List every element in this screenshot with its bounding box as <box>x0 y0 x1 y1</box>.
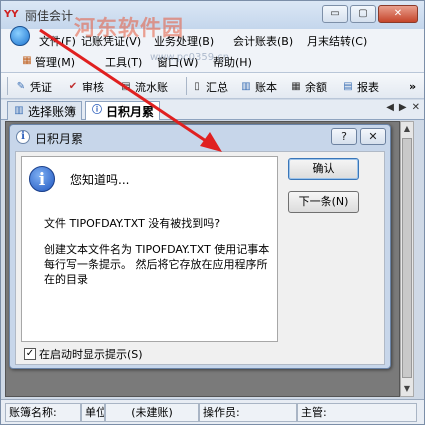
tab-next-icon[interactable]: ▶ <box>399 102 407 113</box>
window-controls: ▭ ▢ ✕ <box>322 5 418 23</box>
dialog-close-button[interactable]: ✕ <box>360 128 386 145</box>
window-title: 丽佳会计 <box>25 9 74 23</box>
toolbar-journal-button[interactable]: ▤ 流水账 <box>120 78 168 95</box>
report-icon: ▤ <box>343 80 353 92</box>
menu-row-1: 文件(F) 记账凭证(V) 业务处理(B) 会计账表(B) 月末结转(C) <box>1 29 424 51</box>
tab-info-icon: ⓘ <box>92 105 102 116</box>
scroll-down-icon[interactable]: ▼ <box>401 382 413 396</box>
show-on-startup-label: 在启动时显示提示(S) <box>39 348 143 361</box>
confirm-button[interactable]: 确认 <box>288 158 359 180</box>
status-unit-label: 单位: <box>81 403 105 422</box>
status-supervisor-label: 主管: <box>297 403 417 422</box>
tab-tip-of-day[interactable]: ⓘ 日积月累 <box>85 101 161 120</box>
tab-bar: ▥ 选择账簿 ⓘ 日积月累 ◀ ▶ ✕ <box>1 100 424 120</box>
dialog-body: i 您知道吗... 文件 TIPOFDAY.TXT 没有被找到吗? 创建文本文件… <box>15 151 385 365</box>
tab-navigation: ◀ ▶ ✕ <box>386 102 420 113</box>
menu-file[interactable]: 文件(F) <box>39 33 76 49</box>
vertical-scrollbar[interactable]: ▲ ▼ <box>400 121 414 397</box>
app-logo-icon: YY <box>4 9 19 20</box>
dialog-title-bar[interactable]: i 日积月累 ? ✕ <box>10 125 390 149</box>
status-unit-value: (未建账) <box>105 403 199 422</box>
toolbar-separator <box>186 77 187 95</box>
toolbar-voucher-button[interactable]: ✎ 凭证 <box>15 78 52 95</box>
toolbar-book-button[interactable]: ▥ 账本 <box>240 78 277 95</box>
tip-panel: i 您知道吗... 文件 TIPOFDAY.TXT 没有被找到吗? 创建文本文件… <box>21 156 278 342</box>
show-on-startup-checkbox[interactable]: ✓ <box>24 348 36 360</box>
tab-select-account[interactable]: ▥ 选择账簿 <box>7 101 83 120</box>
dialog-title: 日积月累 <box>35 132 84 146</box>
toolbar-audit-button[interactable]: ✔ 审核 <box>67 78 104 95</box>
scroll-thumb[interactable] <box>402 138 412 378</box>
watermark-text: 河东软件园 <box>74 16 184 40</box>
check-icon: ✔ <box>68 80 78 92</box>
balance-icon: ▦ <box>291 80 301 92</box>
title-bar[interactable]: YY 丽佳会计 ▭ ▢ ✕ <box>1 1 424 29</box>
toolbar-overflow-button[interactable]: » <box>409 78 416 95</box>
toolbar-grip <box>7 77 8 95</box>
menu-tools[interactable]: 工具(T) <box>105 54 142 70</box>
scroll-up-icon[interactable]: ▲ <box>401 122 413 136</box>
dialog-info-icon: i <box>16 130 30 144</box>
tip-text-paragraph: 创建文本文件名为 TIPOFDAY.TXT 使用记事本每行写一条提示。 然后将它… <box>44 243 270 286</box>
minimize-button[interactable]: ▭ <box>322 5 348 23</box>
toolbar-summary-button[interactable]: ▯ 汇总 <box>191 78 228 95</box>
toolbar: ✎ 凭证 ✔ 审核 ▤ 流水账 ▯ 汇总 ▥ 账本 ▦ 余额 ▤ 报表 » <box>1 73 424 99</box>
show-on-startup-option[interactable]: ✓ 在启动时显示提示(S) <box>24 346 143 362</box>
tab-prev-icon[interactable]: ◀ <box>386 102 394 113</box>
app-window: YY 丽佳会计 ▭ ▢ ✕ 文件(F) 记账凭证(V) 业务处理(B) 会计账表… <box>0 0 425 425</box>
maximize-button[interactable]: ▢ <box>350 5 376 23</box>
book-icon: ▥ <box>241 80 251 92</box>
tab-book-icon: ▥ <box>14 105 24 116</box>
next-tip-button[interactable]: 下一条(N) <box>288 191 359 213</box>
tip-dialog: i 日积月累 ? ✕ i 您知道吗... 文件 TIPOFDAY.TXT 没有被… <box>9 124 391 369</box>
info-icon: i <box>29 166 55 192</box>
tip-text-line: 文件 TIPOFDAY.TXT 没有被找到吗? <box>44 217 221 230</box>
summary-icon: ▯ <box>194 80 200 92</box>
menu-bar: 文件(F) 记账凭证(V) 业务处理(B) 会计账表(B) 月末结转(C) ▦ … <box>1 29 424 73</box>
menu-reports[interactable]: 会计账表(B) <box>233 33 293 49</box>
toolbar-balance-button[interactable]: ▦ 余额 <box>290 78 327 95</box>
manage-icon: ▦ <box>22 55 32 66</box>
menu-manage[interactable]: 管理(M) <box>35 54 75 70</box>
status-bar: 账簿名称: 单位: (未建账) 操作员: 主管: <box>1 399 424 424</box>
cursor-highlight-icon <box>10 26 30 46</box>
dialog-help-button[interactable]: ? <box>331 128 357 145</box>
close-button[interactable]: ✕ <box>378 5 418 23</box>
status-operator-label: 操作员: <box>199 403 297 422</box>
toolbar-report-button[interactable]: ▤ 报表 <box>342 78 379 95</box>
tip-heading: 您知道吗... <box>70 173 130 187</box>
voucher-icon: ✎ <box>16 80 26 92</box>
status-account-label: 账簿名称: <box>5 403 81 422</box>
watermark-url: www.pc0359.cn <box>150 52 230 63</box>
tab-close-icon[interactable]: ✕ <box>412 102 420 113</box>
menu-month-end[interactable]: 月末结转(C) <box>307 33 367 49</box>
ledger-icon: ▤ <box>121 80 131 92</box>
